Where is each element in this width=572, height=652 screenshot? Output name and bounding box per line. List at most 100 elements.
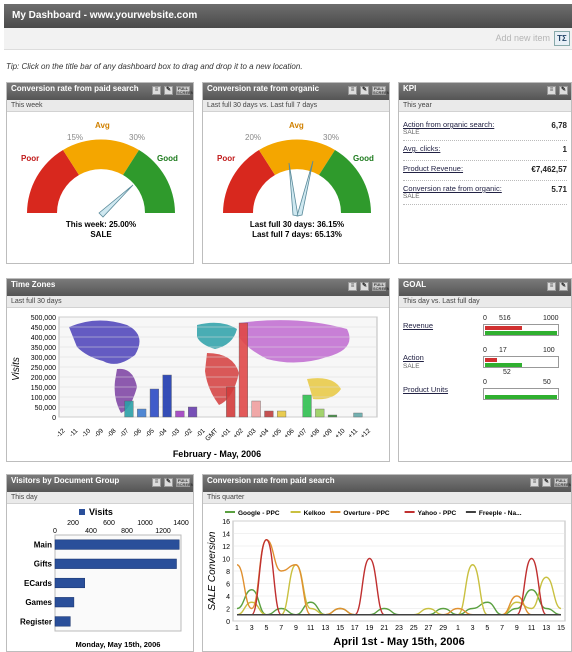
timezone-bar	[187, 406, 198, 418]
kpi-label[interactable]: Product Revenue:	[403, 164, 463, 173]
x-tick-label: 7	[279, 625, 283, 632]
goal-actual-bar	[485, 326, 523, 330]
goal-mid: 516	[499, 315, 511, 322]
edit-icon[interactable]: ✎	[360, 282, 369, 291]
y-tick-label: 100,000	[31, 395, 56, 402]
y-tick-label: 150,000	[31, 385, 56, 392]
panel-title: GOAL	[403, 280, 427, 289]
dashboard-title: My Dashboard - www.yourwebsite.com	[12, 10, 198, 21]
kpi-row: Conversion rate from organic: SALE 5.71	[403, 183, 567, 205]
add-item-button[interactable]: TΣ	[554, 31, 570, 46]
edit-icon[interactable]: ✎	[164, 86, 173, 95]
edit-icon[interactable]: ✎	[559, 86, 568, 95]
y-tick-label: 400,000	[31, 335, 56, 342]
full-screen-button[interactable]: FULL SCREEN	[372, 282, 389, 291]
y-axis-label: SALE Conversion	[207, 531, 218, 610]
panel-subtitle: Last full 30 days	[7, 296, 389, 308]
tip-text: Tip: Click on the title bar of any dashb…	[6, 62, 303, 71]
x-tick-label: 17	[351, 625, 359, 632]
panel-organic-gauge: Conversion rate from organic ≡ ✎ FULL SCRE…	[202, 82, 390, 264]
full-screen-button[interactable]: FULL SCREEN	[372, 86, 389, 95]
gauge-tick-15: 15%	[67, 133, 83, 142]
panel-title: Conversion rate from paid search	[11, 84, 139, 93]
timezone-bar	[238, 322, 249, 418]
panel-header[interactable]: Conversion rate from organic ≡ ✎ FULL SCRE…	[203, 83, 389, 100]
x-tick-label: -12	[55, 427, 67, 439]
grid-icon[interactable]: ≡	[547, 86, 556, 95]
y-tick-label: 16	[222, 519, 230, 526]
add-item-link[interactable]: Add new item	[495, 33, 550, 43]
panel-visitors: Visitors by Document Group ≡ ✎ FULL SCREEN…	[6, 474, 194, 652]
kpi-label[interactable]: Conversion rate from organic:	[403, 184, 502, 193]
x-tick-label: -10	[81, 427, 93, 439]
edit-icon[interactable]: ✎	[360, 86, 369, 95]
grid-icon[interactable]: ≡	[348, 282, 357, 291]
grid-icon[interactable]: ≡	[152, 86, 161, 95]
x-tick-label: +04	[258, 427, 271, 440]
x-axis-label: February - May, 2006	[173, 449, 261, 459]
panel-title: Conversion rate from organic	[207, 84, 320, 93]
gauge-label-avg: Avg	[289, 121, 304, 130]
visitors-chart: Visits 200 600 1000 1400 0 400 800 1200 Main Gifts…	[20, 507, 189, 649]
x-tick-label-top: 600	[103, 520, 115, 527]
x-tick-label: GMT	[204, 427, 219, 442]
goal-min: 0	[483, 379, 487, 386]
goal-below-value: 52	[503, 369, 511, 376]
y-tick-label: 250,000	[31, 365, 56, 372]
panel-header[interactable]: Visitors by Document Group ≡ ✎ FULL SCREEN	[7, 475, 193, 492]
x-tick-label: 9	[294, 625, 298, 632]
x-tick-label: +05	[270, 427, 283, 440]
x-tick-label: +09	[321, 427, 334, 440]
x-tick-label: +11	[347, 427, 360, 440]
timezone-bar	[149, 388, 159, 418]
timezone-bar	[137, 408, 147, 418]
x-tick-label: -07	[119, 427, 131, 439]
grid-icon[interactable]: ≡	[348, 86, 357, 95]
kpi-label[interactable]: Action from organic search:	[403, 120, 494, 129]
x-tick-label: 21	[380, 625, 388, 632]
gauge-tick-30: 30%	[323, 133, 339, 142]
goal-label[interactable]: Product Units	[403, 385, 448, 394]
x-tick-label: -04	[157, 427, 169, 439]
panel-kpi: KPI ≡ ✎ This year Action from organic sea…	[398, 82, 572, 264]
edit-icon[interactable]: ✎	[542, 478, 551, 487]
x-tick-label: +03	[245, 427, 258, 440]
goal-label[interactable]: Action	[403, 353, 424, 362]
x-tick-label: -06	[131, 427, 143, 439]
gauge-value-line2: SALE	[90, 230, 112, 239]
edit-icon[interactable]: ✎	[164, 478, 173, 487]
panel-header[interactable]: Conversion rate from paid search ≡ ✎ FULL …	[7, 83, 193, 100]
kpi-value: 5.71	[551, 185, 567, 194]
panel-header[interactable]: Conversion rate from paid search ≡ ✎ FULL …	[203, 475, 571, 492]
timezone-bar	[264, 410, 274, 418]
x-tick-label: 9	[515, 625, 519, 632]
category-label: Main	[34, 540, 52, 549]
grid-icon[interactable]: ≡	[530, 478, 539, 487]
grid-icon[interactable]: ≡	[152, 478, 161, 487]
visitors-bar	[54, 597, 75, 608]
gauge-needle-30-day	[288, 162, 299, 217]
panel-header[interactable]: Time Zones ≡ ✎ FULL SCREEN	[7, 279, 389, 296]
y-tick-label: 500,000	[31, 315, 56, 322]
full-screen-button[interactable]: FULL SCREEN	[176, 86, 193, 95]
timezone-bar	[175, 410, 185, 418]
category-label: Games	[25, 598, 52, 607]
legend-swatch	[79, 509, 85, 515]
full-screen-button[interactable]: FULL SCREEN	[176, 478, 193, 487]
panel-header[interactable]: KPI ≡ ✎	[399, 83, 571, 100]
gauge-label-good: Good	[353, 154, 374, 163]
full-screen-button[interactable]: FULL SCREEN	[554, 478, 571, 487]
goal-mid: 17	[499, 347, 507, 354]
panel-time-zones: Time Zones ≡ ✎ FULL SCREEN Last full 30 da…	[6, 278, 390, 462]
x-tick-label-bottom: 1200	[155, 528, 171, 535]
goal-label[interactable]: Revenue	[403, 321, 433, 330]
goal-min: 0	[483, 315, 487, 322]
timezone-bar	[327, 414, 338, 418]
kpi-label[interactable]: Avg. clicks:	[403, 144, 440, 153]
panel-header[interactable]: GOAL ≡ ✎	[399, 279, 571, 296]
grid-icon[interactable]: ≡	[547, 282, 556, 291]
x-tick-label: +12	[359, 427, 372, 440]
x-tick-label: -08	[106, 427, 118, 439]
edit-icon[interactable]: ✎	[559, 282, 568, 291]
gauge-needle	[98, 184, 134, 218]
